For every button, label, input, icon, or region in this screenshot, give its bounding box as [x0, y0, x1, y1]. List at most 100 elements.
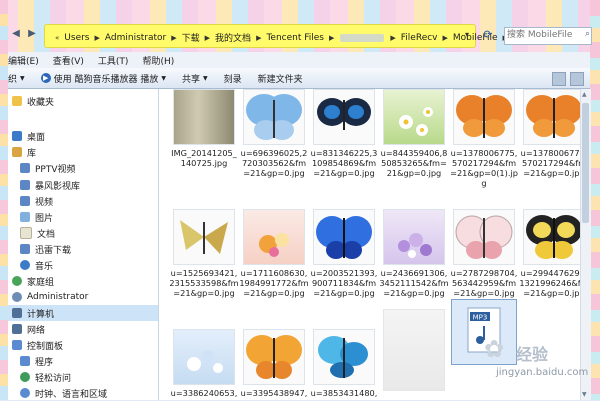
file-thumbnail — [173, 329, 235, 385]
search-icon[interactable]: ⌕ — [585, 29, 590, 39]
file-item[interactable]: u=3395438947,2316609239& — [239, 329, 309, 400]
file-item[interactable]: u=2787298704,563442959&fm=21&gp=0.jpg — [449, 209, 519, 298]
chevron-right-icon[interactable]: ▶ — [203, 34, 212, 42]
share-button[interactable]: 共享 ▼ — [182, 72, 208, 85]
sidebar-item-documents[interactable]: 文档 — [20, 225, 55, 241]
breadcrumb-filerecv[interactable]: FileRecv — [398, 33, 441, 43]
butterfly-image — [317, 98, 371, 130]
sidebar-item-pptv[interactable]: PPTV视频 — [20, 160, 76, 176]
sidebar-item-pictures[interactable]: 图片 — [20, 209, 53, 225]
star-icon — [12, 96, 22, 106]
new-folder-button[interactable]: 新建文件夹 — [258, 72, 303, 85]
menu-edit[interactable]: 编辑(E) — [8, 54, 39, 67]
sidebar-item-label: 文档 — [37, 229, 56, 240]
sidebar-item-administrator[interactable]: Administrator — [12, 289, 88, 305]
sidebar-item-desktop[interactable]: 桌面 — [12, 128, 45, 144]
organize-button[interactable]: 织 ▼ — [8, 72, 25, 85]
file-item[interactable]: IMG_20141205_140725.jpg — [169, 89, 239, 168]
file-thumbnail — [243, 209, 305, 265]
file-item[interactable]: u=2436691306,3452111542&fm=21&gp=0.jpg — [379, 209, 449, 298]
file-item[interactable]: u=696396025,2720303562&fm=21&gp=0.jpg — [239, 89, 309, 178]
file-name: u=2436691306,3452111542&fm=21&gp=0.jpg — [379, 268, 449, 298]
file-item[interactable]: u=2003521393,900711834&fm=21&gp=0.jpg — [309, 209, 379, 298]
chevron-right-icon[interactable]: ▶ — [327, 34, 336, 42]
file-item[interactable]: u=831346225,3109854869&fm=21&gp=0.jpg — [309, 89, 379, 178]
chevron-right-icon: « — [55, 33, 60, 42]
control-panel-icon — [12, 340, 22, 350]
file-thumbnail — [523, 209, 580, 265]
chevron-right-icon[interactable]: ▶ — [169, 34, 178, 42]
sidebar-item-label: 控制面板 — [27, 341, 64, 352]
sidebar-item-storm[interactable]: 暴风影视库 — [20, 177, 80, 193]
chevron-right-icon[interactable]: ▶ — [388, 34, 397, 42]
breadcrumb-my-documents[interactable]: 我的文档 — [212, 31, 254, 44]
file-thumbnail — [173, 89, 235, 145]
file-item[interactable] — [379, 309, 449, 394]
decorative-frame-left — [0, 0, 8, 400]
chevron-right-icon[interactable]: ▶ — [254, 34, 263, 42]
file-item[interactable]: u=3853431480,2696799446& — [309, 329, 379, 400]
sidebar-item-ease-of-access[interactable]: 轻松访问 — [20, 369, 71, 385]
music-icon — [20, 260, 30, 270]
preview-pane-icon[interactable] — [570, 72, 584, 86]
scroll-up-icon[interactable]: ▲ — [582, 91, 587, 98]
burn-button[interactable]: 刻录 — [224, 72, 242, 85]
download-icon — [20, 244, 30, 254]
search-box[interactable]: ⌕ — [504, 27, 592, 45]
forward-arrow-icon[interactable]: ▶ — [26, 28, 38, 42]
file-item[interactable]: u=844359406,850853265&fm=21&gp=0.jpg — [379, 89, 449, 178]
file-name: IMG_20141205_140725.jpg — [171, 148, 237, 168]
breadcrumb-tencent-files[interactable]: Tencent Files — [263, 33, 327, 43]
sidebar-item-network[interactable]: 网络 — [12, 321, 45, 337]
view-options-icon[interactable] — [552, 72, 566, 86]
user-icon — [12, 292, 22, 302]
flowers-image — [398, 233, 432, 258]
file-item[interactable]: u=1378006775,570217294&fm=21&gp=0(1).jpg — [449, 89, 519, 188]
sidebar-item-label: 暴风影视库 — [35, 181, 81, 192]
file-thumbnail — [383, 209, 445, 265]
breadcrumb-users[interactable]: Users — [61, 33, 92, 43]
address-dropdown-icon[interactable]: ▾ — [465, 30, 469, 39]
chevron-right-icon[interactable]: ▶ — [93, 34, 102, 42]
file-item[interactable]: u=3386240653,3231014342& — [169, 329, 239, 400]
organize-label: 织 — [8, 74, 18, 85]
sidebar-item-videos[interactable]: 视频 — [20, 193, 53, 209]
new-folder-label: 新建文件夹 — [257, 74, 303, 85]
sidebar-item-music[interactable]: 音乐 — [20, 257, 53, 273]
sidebar-item-programs[interactable]: 程序 — [20, 353, 53, 369]
video-library-icon — [20, 180, 30, 190]
sidebar-item-favorites[interactable]: 收藏夹 — [12, 93, 54, 109]
file-item[interactable]: u=1711608630,1984991772&fm=21&gp=0.jpg — [239, 209, 309, 298]
file-name: u=2003521393,900711834&fm=21&gp=0.jpg — [310, 268, 378, 298]
file-name: u=1711608630,1984991772&fm=21&gp=0.jpg — [239, 268, 309, 298]
butterfly-image — [526, 215, 580, 259]
sidebar-item-homegroup[interactable]: 家庭组 — [12, 273, 54, 289]
file-item[interactable]: u=2994476292,1321996246&fm=21&gp=0.jpg — [519, 209, 580, 298]
scroll-down-icon[interactable]: ▼ — [582, 391, 587, 398]
paw-logo-icon: ✿ — [484, 335, 505, 363]
sidebar-item-libraries[interactable]: 库 — [12, 144, 36, 160]
play-with-kugou-button[interactable]: ▶ 使用 酷狗音乐播放器 播放 ▼ — [40, 72, 166, 85]
breadcrumb-blurred[interactable] — [340, 33, 385, 42]
refresh-icon[interactable]: ⟳ — [478, 28, 498, 44]
breadcrumb-administrator[interactable]: Administrator — [102, 33, 169, 43]
menu-help[interactable]: 帮助(H) — [142, 54, 174, 67]
pictures-icon — [20, 212, 30, 222]
file-item[interactable]: u=1525693421,2315533598&fm=21&gp=0.jpg — [169, 209, 239, 298]
scrollbar-thumb[interactable] — [582, 103, 589, 223]
file-name: u=831346225,3109854869&fm=21&gp=0.jpg — [310, 148, 378, 178]
breadcrumb-downloads[interactable]: 下载 — [179, 31, 203, 44]
chevron-right-icon[interactable]: ▶ — [441, 34, 450, 42]
search-input[interactable] — [505, 28, 581, 42]
file-name: u=2994476292,1321996246&fm=21&gp=0.jpg — [519, 268, 580, 298]
sidebar-item-clock-language-region[interactable]: 时钟、语言和区域 — [20, 385, 107, 401]
file-item[interactable]: u=1378006775,570217294&fm=21&gp=0.jpg — [519, 89, 580, 178]
sidebar-item-thunder[interactable]: 迅雷下载 — [20, 241, 71, 257]
sidebar-item-control-panel[interactable]: 控制面板 — [12, 337, 63, 353]
back-arrow-icon[interactable]: ◀ — [10, 28, 22, 42]
address-bar[interactable]: « Users ▶ Administrator ▶ 下载 ▶ 我的文档 ▶ Te… — [44, 24, 508, 48]
menu-view[interactable]: 查看(V) — [53, 54, 84, 67]
sidebar-item-computer[interactable]: 计算机 — [8, 305, 158, 321]
navigation-pane: 收藏夹 桌面 库 PPTV视频 暴风影视库 视频 图片 文档 迅雷下载 音乐 家… — [8, 89, 159, 400]
menu-tools[interactable]: 工具(T) — [98, 54, 129, 67]
